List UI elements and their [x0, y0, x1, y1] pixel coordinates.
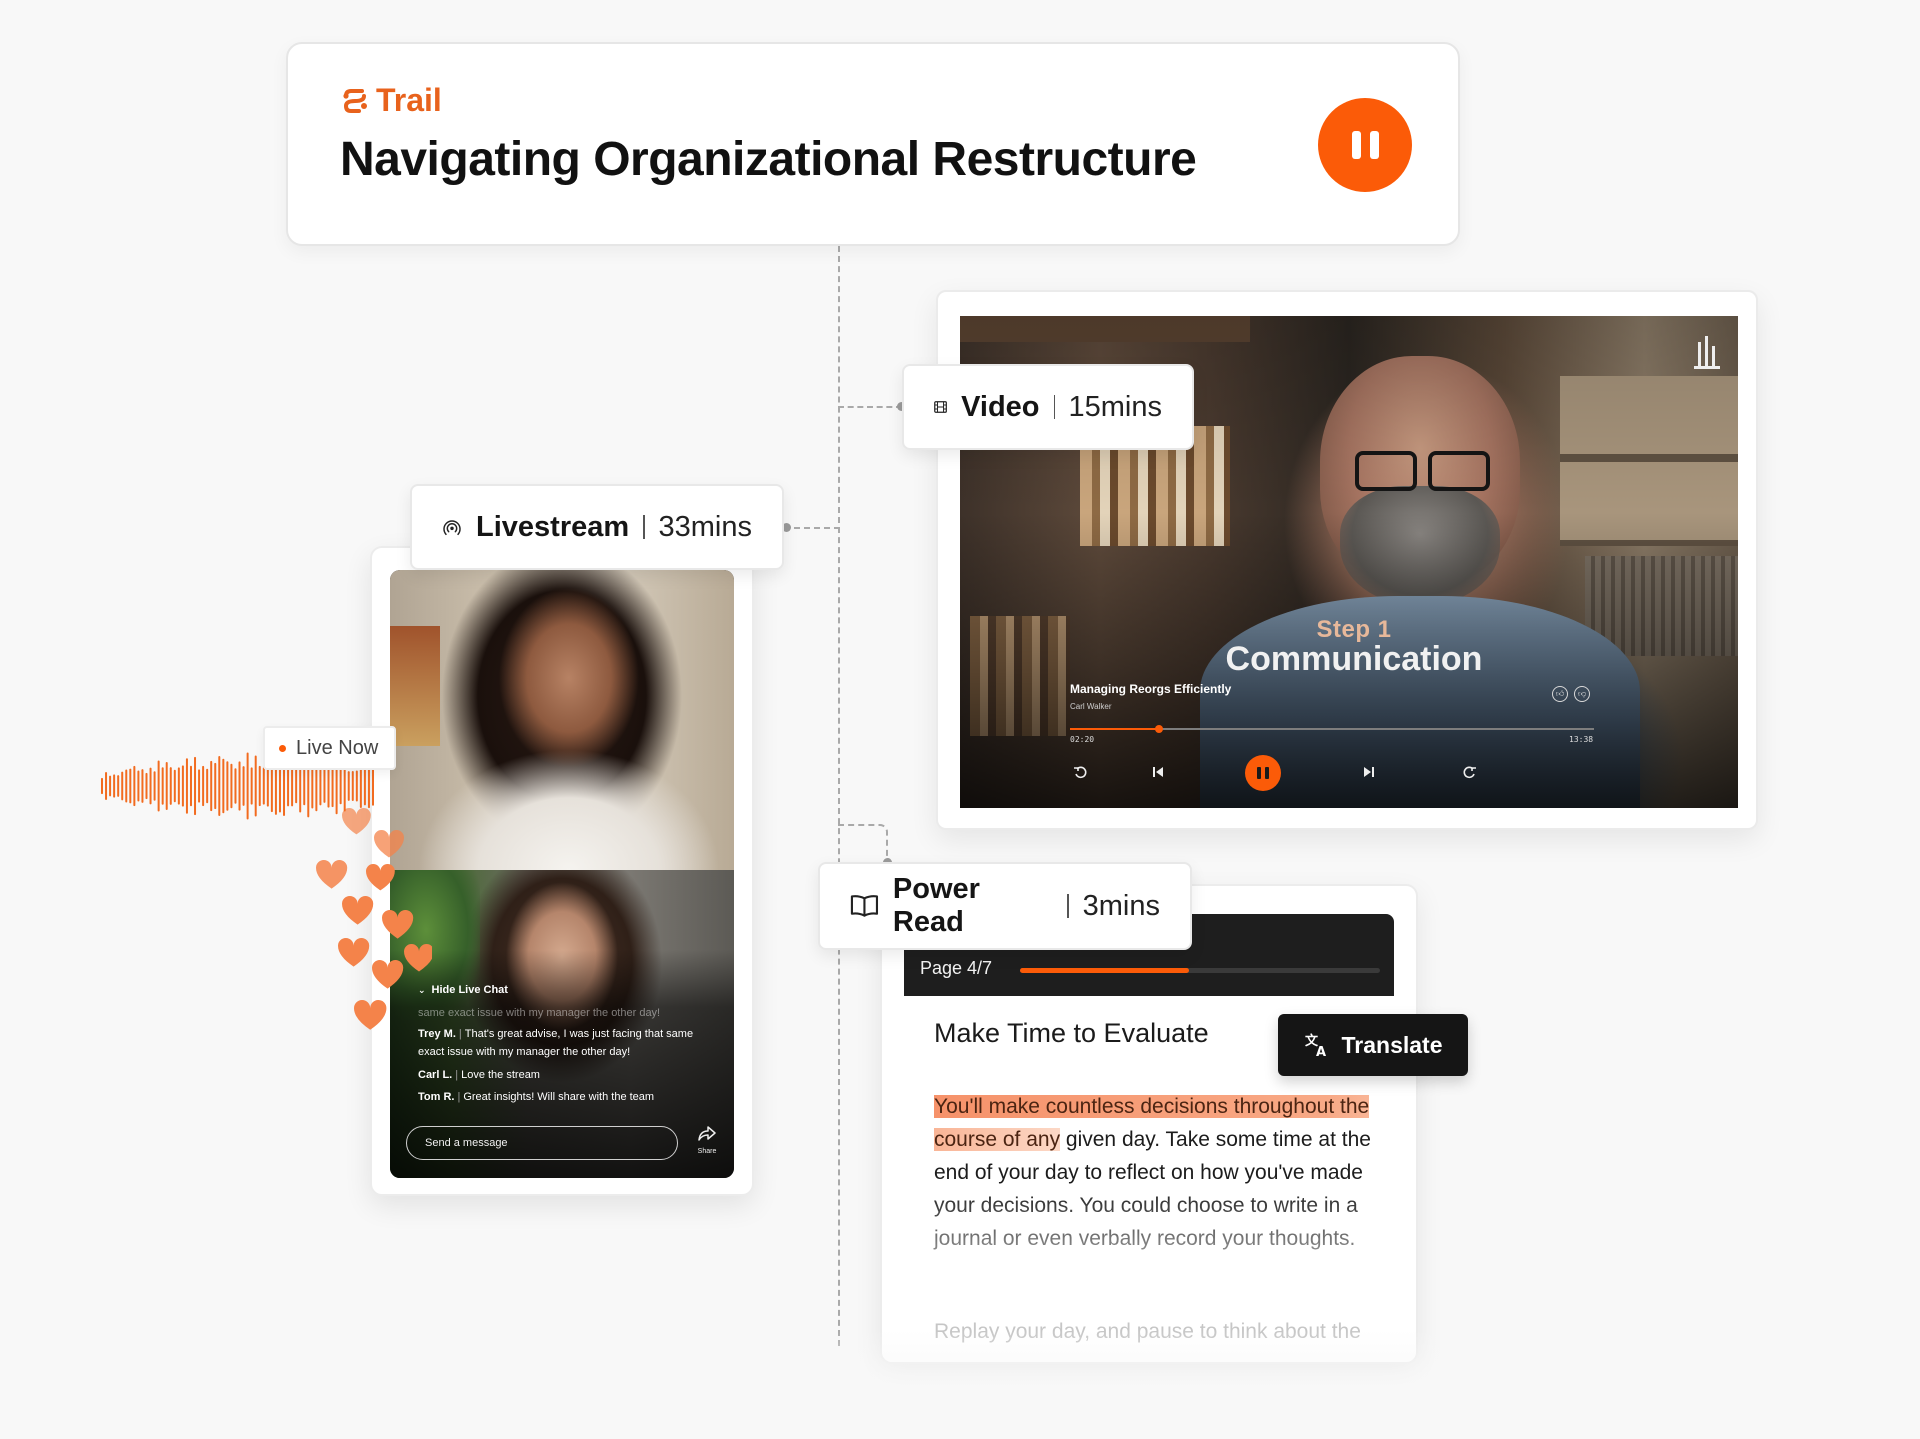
chat-divider: |	[458, 1028, 462, 1040]
next-track-icon[interactable]	[1352, 757, 1386, 787]
chat-message: Tom R. | Great insights! Will share with t…	[418, 1088, 718, 1106]
livestream-chip-duration: 33mins	[658, 510, 753, 543]
chip-separator	[1066, 894, 1069, 918]
video-time-total: 13:38	[1569, 735, 1594, 744]
pause-icon-bar-right	[1369, 131, 1379, 159]
video-brand-icon	[1694, 336, 1720, 369]
video-chip-label: Video	[961, 390, 1040, 423]
pause-icon-bar-left	[1257, 767, 1261, 779]
video-time-current: 02:20	[1070, 735, 1095, 744]
bottom-fade	[0, 1330, 1920, 1439]
video-progress-bar[interactable]	[1070, 725, 1594, 733]
thumbs-up-icon[interactable]: 👍︎	[1552, 686, 1568, 702]
heart-icon	[354, 1000, 387, 1030]
heart-icon	[382, 910, 414, 939]
thumbs-down-icon[interactable]: 👎︎	[1574, 686, 1590, 702]
heart-icon	[404, 944, 432, 972]
host-camera-feed	[390, 570, 734, 870]
chat-divider: |	[455, 1069, 459, 1081]
power-read-chip-duration: 3mins	[1082, 889, 1160, 922]
heart-icon	[338, 938, 370, 967]
heart-icon	[342, 896, 374, 925]
video-chip-duration: 15mins	[1068, 390, 1163, 423]
chat-divider: |	[457, 1091, 461, 1103]
pause-icon-bar-right	[1265, 767, 1269, 779]
broadcast-icon	[443, 520, 461, 536]
previous-track-icon[interactable]	[1141, 757, 1175, 787]
connector-livestream	[784, 527, 840, 529]
send-message-input[interactable]: Send a message	[406, 1126, 678, 1160]
power-read-chip-label: Power Read	[892, 873, 980, 938]
connector-main	[838, 246, 840, 1346]
book-icon	[850, 895, 879, 917]
video-name: Managing Reorgs Efficiently	[1070, 682, 1232, 696]
video-progress-fill	[1070, 728, 1160, 730]
brand-name: Trail	[376, 82, 442, 118]
video-chip: Video 15mins	[902, 364, 1194, 450]
video-author: Carl Walker	[1070, 702, 1112, 711]
live-now-badge: Live Now	[263, 726, 397, 770]
forward-icon[interactable]	[1453, 757, 1487, 787]
rewind-icon[interactable]	[1063, 757, 1097, 787]
heart-icon	[316, 860, 348, 889]
page-indicator: Page 4/7	[920, 958, 993, 978]
chip-separator	[1053, 395, 1055, 419]
chip-separator	[643, 515, 645, 539]
trail-header-card: Trail Navigating Organizational Restruct…	[286, 42, 1460, 246]
livestream-player[interactable]: ⌄ Hide Live Chat same exact issue with my…	[390, 570, 734, 1178]
video-step-title: Communication	[1225, 640, 1483, 678]
chat-text: Love the stream	[461, 1069, 540, 1081]
reading-progress-fill	[1020, 968, 1190, 973]
connector-video	[838, 406, 902, 408]
live-dot-icon	[279, 744, 286, 752]
live-now-label: Live Now	[296, 736, 379, 759]
translate-label: Translate	[1341, 1031, 1443, 1058]
chat-toggle-label: Hide Live Chat	[431, 984, 508, 996]
chat-text: Great insights! Will share with the team	[463, 1091, 655, 1103]
chat-message-faded: same exact issue with my manager the oth…	[418, 1007, 661, 1019]
chat-message: Trey M. | That's great advise, I was just …	[418, 1025, 718, 1061]
heart-icon	[372, 960, 404, 989]
share-button[interactable]: Share	[692, 1126, 722, 1162]
chat-user: Carl L.	[418, 1069, 453, 1081]
connector-powerread	[838, 824, 888, 864]
trail-logo-icon	[343, 88, 367, 113]
livestream-chip: Livestream 33mins	[410, 484, 784, 570]
pause-icon-bar-left	[1351, 131, 1361, 159]
video-pause-button[interactable]	[1245, 755, 1281, 791]
reading-progress-bar	[1020, 968, 1380, 973]
translate-button[interactable]: 文 A Translate	[1278, 1014, 1468, 1076]
video-reactions: 👍︎ 👎︎	[1552, 686, 1590, 702]
chat-user: Tom R.	[418, 1091, 455, 1103]
svg-text:A: A	[1316, 1045, 1326, 1058]
share-icon	[698, 1126, 716, 1141]
power-read-chip: Power Read 3mins	[818, 862, 1192, 950]
trail-pause-button[interactable]	[1318, 98, 1412, 192]
reading-title: Make Time to Evaluate	[934, 1018, 1209, 1048]
heart-icon	[374, 830, 404, 858]
wall-art	[390, 626, 440, 746]
film-icon	[934, 401, 947, 413]
power-read-card: Page 4/7 Make Time to Evaluate You'll ma…	[880, 884, 1418, 1364]
translate-icon: 文 A	[1305, 1033, 1326, 1058]
livestream-chip-label: Livestream	[476, 510, 630, 543]
share-label: Share	[697, 1148, 717, 1155]
page-title: Navigating Organizational Restructure	[340, 133, 1197, 186]
brand-logo: Trail	[342, 82, 442, 119]
heart-icon	[366, 864, 395, 891]
chat-message: Carl L. | Love the stream	[418, 1066, 718, 1084]
